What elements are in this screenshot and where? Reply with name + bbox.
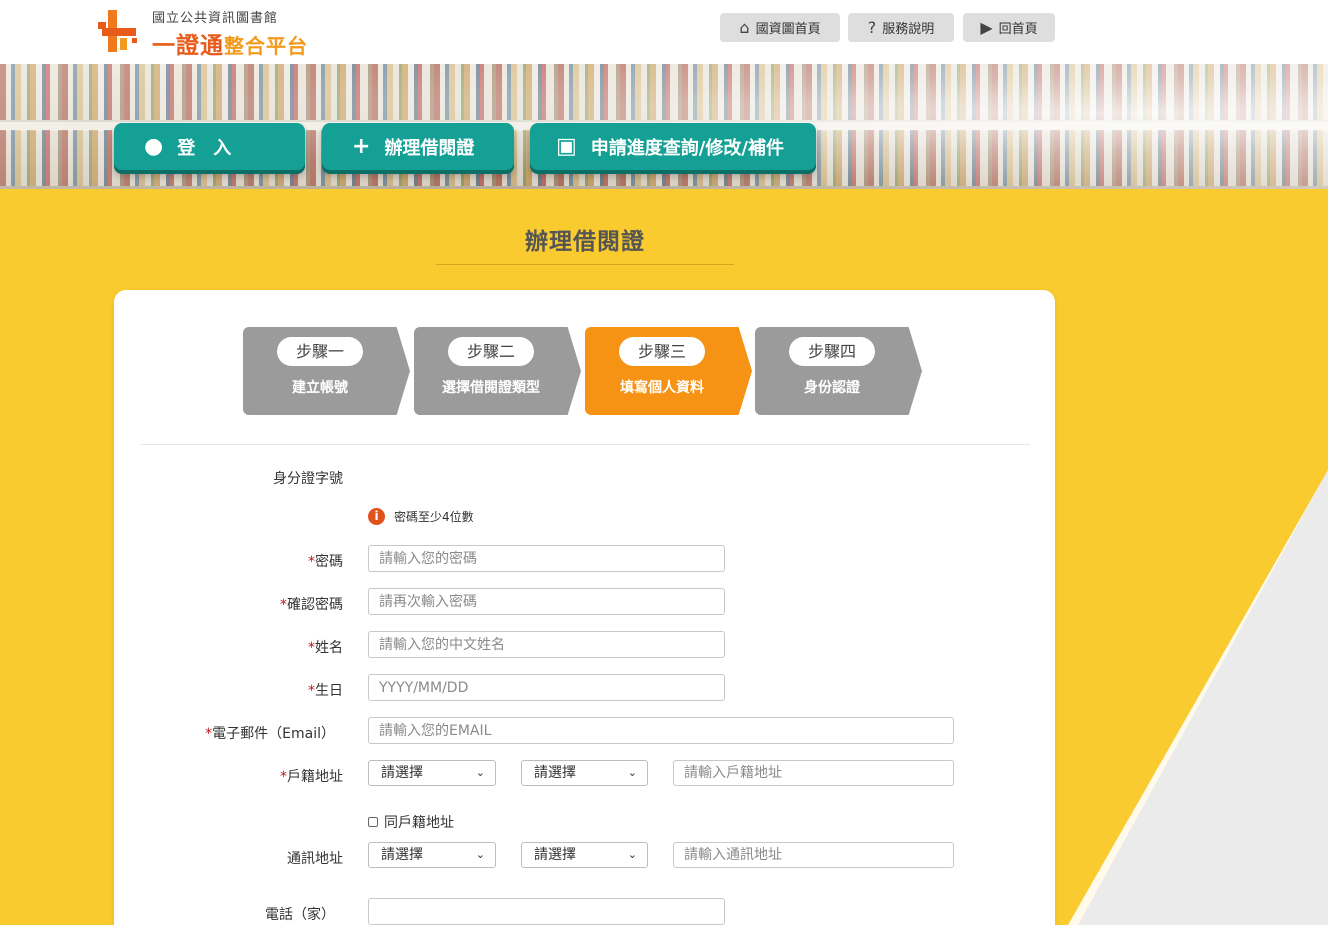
site-logo[interactable]: 國立公共資訊圖書館 一證通整合平台 bbox=[96, 6, 336, 60]
plus-icon: + bbox=[352, 133, 371, 159]
progress-query-button-label: 申請進度查詢/修改/補件 bbox=[590, 137, 784, 159]
nav-service-info[interactable]: ? 服務說明 bbox=[848, 13, 954, 42]
password-label: *密碼 bbox=[123, 551, 343, 571]
logo-title-part1: 一證通 bbox=[152, 33, 224, 59]
home-phone-label: 電話（家） bbox=[265, 907, 335, 923]
nav-back-home-label: 回首頁 bbox=[998, 22, 1038, 37]
required-mark: * bbox=[308, 640, 315, 656]
same-address-checkbox[interactable]: 同戶籍地址 bbox=[368, 812, 454, 832]
email-input[interactable] bbox=[368, 717, 954, 744]
apply-card-button[interactable]: + 辦理借閱證 bbox=[322, 123, 514, 170]
confirm-password-label: *確認密碼 bbox=[123, 594, 343, 614]
nav-library-home-label: 國資圖首頁 bbox=[755, 22, 821, 37]
title-underline bbox=[436, 264, 734, 265]
login-button-label: 登 入 bbox=[177, 137, 232, 159]
password-hint: i 密碼至少4位數 bbox=[368, 508, 474, 525]
info-icon: i bbox=[368, 508, 385, 525]
household-address-label-text: 戶籍地址 bbox=[287, 769, 343, 785]
password-label-text: 密碼 bbox=[315, 554, 343, 570]
progress-query-button[interactable]: ▣ 申請進度查詢/修改/補件 bbox=[530, 123, 816, 170]
logo-title: 一證通整合平台 bbox=[152, 26, 308, 60]
confirm-password-label-text: 確認密碼 bbox=[287, 597, 343, 613]
household-address-input[interactable] bbox=[673, 760, 954, 786]
nav-library-home[interactable]: ⌂ 國資圖首頁 bbox=[720, 13, 840, 42]
email-label: *電子郵件（Email） bbox=[115, 723, 335, 743]
birthday-label-text: 生日 bbox=[315, 683, 343, 699]
step-4-pill: 步驟四 bbox=[789, 337, 875, 366]
home-icon: ⌂ bbox=[739, 17, 750, 37]
email-label-text: 電子郵件（Email） bbox=[212, 726, 335, 742]
birthday-input[interactable] bbox=[368, 674, 725, 701]
checkbox-box[interactable] bbox=[368, 817, 378, 827]
step-3-pill: 步驟三 bbox=[619, 337, 705, 366]
step-1-label: 建立帳號 bbox=[292, 380, 348, 396]
mailing-district-value: 請選擇 bbox=[534, 847, 576, 863]
logo-mark-icon bbox=[98, 10, 137, 52]
chevron-down-icon: ⌄ bbox=[475, 848, 485, 861]
step-2-pill: 步驟二 bbox=[448, 337, 534, 366]
mailing-city-value: 請選擇 bbox=[381, 847, 423, 863]
household-district-value: 請選擇 bbox=[534, 765, 576, 781]
mailing-address-label: 通訊地址 bbox=[287, 851, 343, 867]
apply-card-button-label: 辦理借閱證 bbox=[384, 137, 475, 159]
decorative-triangle bbox=[1078, 470, 1328, 925]
mailing-address-input[interactable] bbox=[673, 842, 954, 868]
household-city-value: 請選擇 bbox=[381, 765, 423, 781]
monitor-icon: ▣ bbox=[556, 133, 577, 159]
step-2: 步驟二 選擇借閱證類型 bbox=[414, 327, 581, 415]
nav-service-info-label: 服務說明 bbox=[882, 22, 935, 37]
name-label: *姓名 bbox=[123, 637, 343, 657]
user-icon: ● bbox=[144, 133, 164, 159]
id-number-label: 身分證字號 bbox=[273, 471, 343, 487]
chevron-down-icon: ⌄ bbox=[627, 848, 637, 861]
password-input[interactable] bbox=[368, 545, 725, 572]
step-3: 步驟三 填寫個人資料 bbox=[585, 327, 752, 415]
page-title: 辦理借閱證 bbox=[525, 229, 645, 255]
chevron-down-icon: ⌄ bbox=[475, 766, 485, 779]
section-divider bbox=[140, 444, 1030, 445]
mailing-city-select[interactable]: 請選擇 ⌄ bbox=[368, 842, 496, 868]
step-1: 步驟一 建立帳號 bbox=[243, 327, 410, 415]
step-3-label: 填寫個人資料 bbox=[620, 380, 704, 396]
required-mark: * bbox=[308, 554, 315, 570]
required-mark: * bbox=[280, 597, 287, 613]
login-button[interactable]: ● 登 入 bbox=[114, 123, 305, 170]
step-2-label: 選擇借閱證類型 bbox=[442, 380, 540, 396]
question-icon: ? bbox=[867, 17, 877, 37]
household-district-select[interactable]: 請選擇 ⌄ bbox=[521, 760, 648, 786]
nav-back-home[interactable]: ▶ 回首頁 bbox=[963, 13, 1055, 42]
birthday-label: *生日 bbox=[123, 680, 343, 700]
step-4: 步驟四 身份認證 bbox=[755, 327, 922, 415]
household-address-label: *戶籍地址 bbox=[123, 766, 343, 786]
step-1-pill: 步驟一 bbox=[277, 337, 363, 366]
name-input[interactable] bbox=[368, 631, 725, 658]
chevron-down-icon: ⌄ bbox=[627, 766, 637, 779]
name-label-text: 姓名 bbox=[315, 640, 343, 656]
mailing-district-select[interactable]: 請選擇 ⌄ bbox=[521, 842, 648, 868]
password-hint-text: 密碼至少4位數 bbox=[394, 510, 474, 524]
logo-title-part2: 整合平台 bbox=[224, 34, 308, 58]
required-mark: * bbox=[308, 683, 315, 699]
same-address-label: 同戶籍地址 bbox=[384, 815, 454, 831]
required-mark: * bbox=[280, 769, 287, 785]
confirm-password-input[interactable] bbox=[368, 588, 725, 615]
play-icon: ▶ bbox=[980, 17, 993, 37]
home-phone-input[interactable] bbox=[368, 898, 725, 925]
logo-subtitle: 國立公共資訊圖書館 bbox=[152, 11, 279, 26]
household-city-select[interactable]: 請選擇 ⌄ bbox=[368, 760, 496, 786]
site-header: 國立公共資訊圖書館 一證通整合平台 ⌂ 國資圖首頁 ? 服務說明 ▶ 回首頁 bbox=[0, 0, 1328, 64]
step-4-label: 身份認證 bbox=[804, 380, 860, 396]
